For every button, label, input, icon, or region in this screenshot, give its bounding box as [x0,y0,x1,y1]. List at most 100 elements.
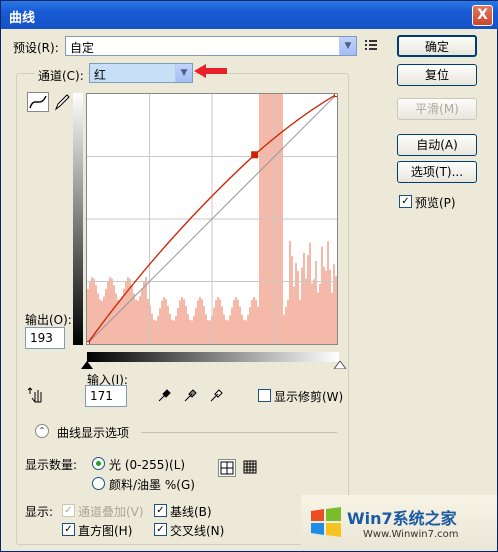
simple-grid-button[interactable] [218,459,236,477]
histogram-bar [283,314,285,344]
histogram-bar [225,320,227,344]
histogram-bar [99,299,101,344]
histogram-bar [235,297,237,344]
collapse-toggle[interactable]: ⌃ [35,424,49,438]
histogram-bar [329,269,331,344]
chevron-down-icon: ▼ [339,37,356,55]
histogram-bar [219,299,221,344]
detailed-grid-button[interactable] [242,459,260,477]
preset-dropdown[interactable]: 自定 ▼ [65,36,357,56]
watermark-url: Www.Winwin7.com [363,529,459,540]
histogram-bar [193,315,195,344]
output-field[interactable]: 193 [25,327,65,349]
white-point-slider[interactable] [334,361,346,369]
gray-eyedropper-icon[interactable] [183,387,199,403]
histogram-bar [177,307,179,344]
histogram-bar [147,298,149,344]
output-gradient-bar [73,93,83,345]
histogram-bar [89,281,91,344]
histogram-bar [131,285,133,344]
black-eyedropper-icon[interactable] [157,387,173,403]
histogram-bar [291,255,293,344]
baseline-checkbox[interactable]: ✓ [154,504,167,517]
histogram-bar [127,277,129,344]
histogram-bar [171,319,173,344]
intersection-checkbox[interactable]: ✓ [154,523,167,536]
black-point-slider[interactable] [81,361,93,369]
histogram-bar [159,308,161,344]
white-eyedropper-icon[interactable] [209,387,225,403]
light-radio[interactable] [92,457,105,470]
histogram-bar [217,297,219,344]
histogram-bar [205,314,207,344]
grid-16-icon [243,460,257,474]
histogram-bar [139,296,141,344]
histogram-bar [301,267,303,344]
grid-4-icon [220,461,234,475]
close-button[interactable]: X [472,5,493,26]
channel-dropdown[interactable]: 红 ▼ [89,63,193,83]
auto-button[interactable]: 自动(A) [397,134,477,156]
histogram-bar [117,299,119,344]
show-clipping-checkbox[interactable] [258,389,271,402]
display-label: 显示: [25,505,54,519]
histogram-bar [169,313,171,344]
histogram-bar [285,306,287,344]
histogram-bar [321,246,323,344]
histogram-bar [331,292,333,344]
histogram-bar [213,307,215,344]
curve-control-point[interactable] [251,151,259,159]
histogram-bar [143,280,145,344]
histogram-bar [327,241,329,344]
histogram-bar [317,292,319,344]
histogram-bar [295,263,297,344]
histogram-bar [91,277,93,344]
channel-overlay-checkbox[interactable]: ✓ [62,504,75,517]
histogram-bar [195,307,197,344]
histogram-bar [307,255,309,344]
pigment-radio[interactable] [92,477,105,490]
preview-checkbox[interactable]: ✓ [399,195,412,208]
histogram-bar [179,300,181,344]
channel-label: 通道(C): [35,67,87,84]
options-button[interactable]: 选项(T)... [397,161,477,183]
curves-graph[interactable] [84,91,340,347]
reset-button[interactable]: 复位 [397,64,477,86]
histogram-bar [155,320,157,344]
pencil-icon[interactable] [53,93,71,111]
histogram-bar [215,300,217,344]
smooth-button[interactable]: 平滑(M) [397,98,477,120]
divider [141,432,337,433]
pigment-radio-label: 颜料/油墨 %(G) [109,478,195,492]
curve-control-point[interactable] [84,341,90,347]
histogram-bar [97,293,99,344]
show-amount-label: 显示数量: [25,458,78,472]
target-adjust-hand-icon[interactable] [27,386,47,404]
input-field[interactable]: 171 [85,385,127,407]
histogram-bar [137,300,139,344]
histogram-checkbox[interactable]: ✓ [62,523,75,536]
histogram-bar [289,240,291,344]
histogram-bar [335,276,337,344]
light-radio-label: 光 (0-255)(L) [109,458,186,472]
baseline-label: 基线(B) [170,505,212,519]
window-title: 曲线 [9,11,36,26]
histogram-bar [231,307,233,344]
preview-label: 预览(P) [415,196,456,210]
histogram-bar [105,288,107,344]
watermark-brand: Win7系统之家 [347,509,457,528]
histogram-bar [151,313,153,344]
histogram-bar [135,299,137,344]
histogram-bar [189,319,191,344]
ok-button[interactable]: 确定 [397,35,477,57]
windows-logo-icon [311,507,341,537]
histogram-bar [181,297,183,344]
curve-control-point[interactable] [334,91,340,97]
histogram-bar [309,242,311,344]
curves-graph-canvas[interactable] [84,91,340,347]
histogram-bar [167,305,169,344]
preset-options-icon[interactable] [364,38,378,52]
histogram-bar [191,320,193,344]
curve-tool-button[interactable] [27,92,49,112]
channel-overlay-label: 通道叠加(V) [78,505,144,519]
